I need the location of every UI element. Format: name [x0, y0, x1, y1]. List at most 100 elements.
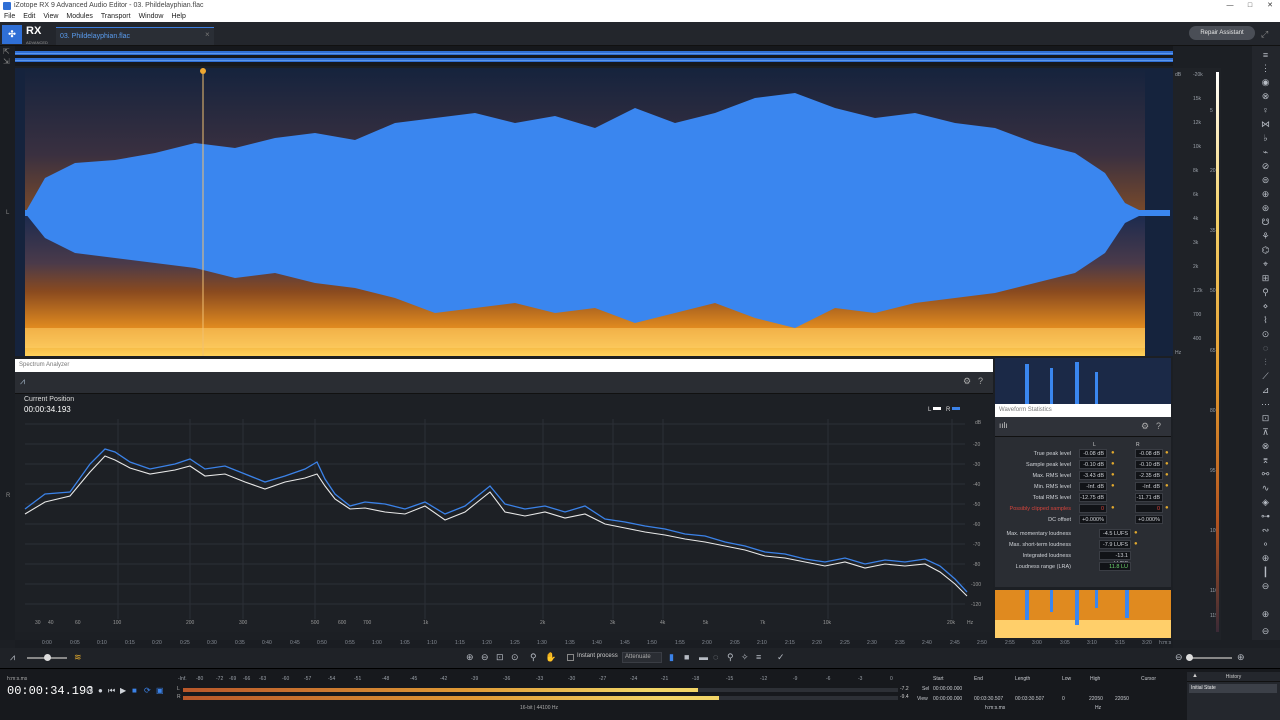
slider-knob[interactable]	[44, 654, 51, 661]
freq-zoom-icon[interactable]: ⊕	[1260, 609, 1271, 620]
zoom-in-tool-icon[interactable]: ⊕	[466, 652, 474, 663]
de-crackle-icon[interactable]: ⊘	[1260, 161, 1271, 172]
resample-icon[interactable]: ⚯	[1260, 469, 1271, 480]
attenuate-select[interactable]: Attenuate	[622, 652, 662, 663]
repair-assistant-button[interactable]: Repair Assistant	[1189, 26, 1255, 40]
menu-file[interactable]: File	[4, 12, 15, 22]
menu-view[interactable]: View	[43, 12, 58, 22]
timeline-ruler[interactable]: 0:00 0:05 0:10 0:15 0:20 0:25 0:30 0:35 …	[15, 640, 1173, 648]
maximize-button[interactable]: □	[1240, 0, 1260, 12]
lasso-icon[interactable]: ◌	[713, 652, 718, 662]
rewind-button[interactable]: ⏮	[108, 686, 115, 696]
magic-wand-icon[interactable]: ✧	[741, 652, 749, 663]
de-wind-icon[interactable]: ☋	[1260, 217, 1271, 228]
collapse-icon[interactable]: ⇱	[3, 47, 10, 56]
play-selection-button[interactable]: ▣	[156, 686, 164, 695]
de-noise-icon[interactable]: ⊕	[1260, 189, 1271, 200]
magnifier-icon[interactable]: ⚲	[530, 652, 537, 663]
voice-denoise-icon[interactable]: ⋄	[1260, 301, 1271, 312]
center-extract-icon[interactable]: ⚬	[1260, 539, 1271, 550]
music-rebalance-icon[interactable]: ⋮	[1260, 63, 1271, 74]
de-clip-icon[interactable]: ⌁	[1260, 147, 1271, 158]
gain-icon[interactable]: ⊿	[1260, 385, 1271, 396]
mouth-declick-icon[interactable]: ⋈	[1260, 119, 1271, 130]
zoom-in-icon[interactable]: ⊕	[1260, 553, 1271, 564]
file-tab[interactable]: 03. Phildelayphian.flac	[56, 27, 214, 45]
menu-window[interactable]: Window	[139, 12, 164, 22]
phase-icon[interactable]: ⊗	[1260, 441, 1271, 452]
time-freq-selection-icon[interactable]: ■	[684, 652, 689, 662]
breath-control-icon[interactable]: ⌇	[1260, 315, 1271, 326]
spectral-denoise-icon[interactable]: ⚲	[1260, 287, 1271, 298]
history-collapse-icon[interactable]: ▲	[1192, 673, 1198, 679]
menu-transport[interactable]: Transport	[101, 12, 131, 22]
minimize-button[interactable]: —	[1220, 0, 1240, 12]
view-high-value[interactable]: 22050	[1089, 696, 1103, 702]
de-click-icon[interactable]: ♭	[1260, 133, 1271, 144]
eq-icon[interactable]: ⫶	[1260, 357, 1271, 368]
close-button[interactable]: ✕	[1260, 0, 1280, 12]
de-ess-icon[interactable]: ⌬	[1260, 245, 1271, 256]
hand-tool-icon[interactable]: ✋	[545, 652, 556, 663]
variable-pitch-icon[interactable]: ⊶	[1260, 511, 1271, 522]
fade-icon[interactable]: ⟋	[1260, 371, 1271, 382]
menu-modules[interactable]: Modules	[66, 12, 92, 22]
normalize-icon[interactable]: ⊼	[1260, 427, 1271, 438]
horizontal-zoom-slider[interactable]	[1188, 657, 1232, 659]
record-button[interactable]: ●	[98, 686, 103, 695]
history-item[interactable]: Initial State	[1189, 684, 1277, 693]
spectrum-mode-icon[interactable]: ⩘	[20, 376, 25, 387]
help-icon[interactable]: ?	[978, 376, 983, 386]
view-cursor-value[interactable]: 22050	[1115, 696, 1129, 702]
spectrum-analyzer-plot[interactable]: dB -20 -30 -40 -50 -60 -70 -80 -100 -120…	[15, 394, 993, 632]
signal-generator-icon[interactable]: ∿	[1260, 483, 1271, 494]
dialogue-isolate-icon[interactable]: ◉	[1260, 77, 1271, 88]
freq-zoom-out-icon[interactable]: ⊖	[1260, 626, 1271, 637]
instant-process-checkbox[interactable]	[567, 654, 574, 661]
h-zoom-out-icon[interactable]: ⊖	[1175, 652, 1183, 663]
zoom-fit-icon[interactable]: ⊙	[511, 652, 519, 663]
h-zoom-in-icon[interactable]: ⊕	[1237, 652, 1245, 663]
expand-icon[interactable]: ⤢	[1261, 29, 1268, 40]
harmonic-select-icon[interactable]: ≡	[756, 652, 761, 662]
play-button[interactable]: ▶	[120, 686, 126, 695]
zoom-vertical-slider[interactable]: ┃	[1260, 567, 1271, 578]
module-list-icon[interactable]: ≡	[1260, 50, 1271, 61]
time-selection-icon[interactable]: ▮	[669, 652, 674, 663]
de-hum-icon[interactable]: ⊜	[1260, 175, 1271, 186]
view-start-value[interactable]: 00:00:00.000	[933, 696, 962, 702]
find-similar-icon[interactable]: ✓	[777, 652, 785, 663]
time-format-label[interactable]: h:m:s.ms	[7, 676, 27, 682]
expand-overview-icon[interactable]: ⇲	[3, 57, 10, 66]
view-low-value[interactable]: 0	[1062, 696, 1065, 702]
ambience-match-icon[interactable]: ⊙	[1260, 329, 1271, 340]
menu-help[interactable]: Help	[171, 12, 185, 22]
wow-flutter-icon[interactable]: ∾	[1260, 525, 1271, 536]
loop-button[interactable]: ⟳	[144, 686, 151, 695]
ws-settings-gear-icon[interactable]: ⚙	[1141, 421, 1149, 432]
stop-button[interactable]: ■	[132, 686, 137, 695]
sel-start-value[interactable]: 00:00:00.000	[933, 686, 962, 692]
azimuth-icon[interactable]: ◌	[1260, 343, 1271, 354]
de-reverb-icon[interactable]: ⊛	[1260, 203, 1271, 214]
freq-selection-icon[interactable]: ▬	[699, 652, 708, 662]
interpolate-icon[interactable]: ⌖	[1260, 259, 1271, 270]
headphones-icon[interactable]: ☊	[86, 686, 93, 695]
menu-edit[interactable]: Edit	[23, 12, 35, 22]
loudness-icon[interactable]: ⊡	[1260, 413, 1271, 424]
h-zoom-knob[interactable]	[1186, 654, 1193, 661]
settings-gear-icon[interactable]: ⚙	[963, 376, 971, 387]
module-chain-icon[interactable]: ✣	[2, 25, 22, 44]
de-bleed-icon[interactable]: ♀	[1260, 105, 1271, 116]
zoom-out-icon[interactable]: ⊖	[1260, 581, 1271, 592]
spectrogram-view-icon[interactable]: ≋	[74, 652, 82, 663]
spectrogram-waveform-view[interactable]	[15, 68, 1173, 356]
zoom-out-tool-icon[interactable]: ⊖	[481, 652, 489, 663]
spectral-repair-icon[interactable]: ⊞	[1260, 273, 1271, 284]
ws-help-icon[interactable]: ?	[1156, 421, 1161, 431]
zoom-selection-icon[interactable]: ⊡	[496, 652, 504, 663]
time-pitch-icon[interactable]: ◈	[1260, 497, 1271, 508]
view-end-value[interactable]: 00:03:30.507	[974, 696, 1003, 702]
dialogue-contour-icon[interactable]: ⊗	[1260, 91, 1271, 102]
deconstruct-icon[interactable]: ⚘	[1260, 231, 1271, 242]
